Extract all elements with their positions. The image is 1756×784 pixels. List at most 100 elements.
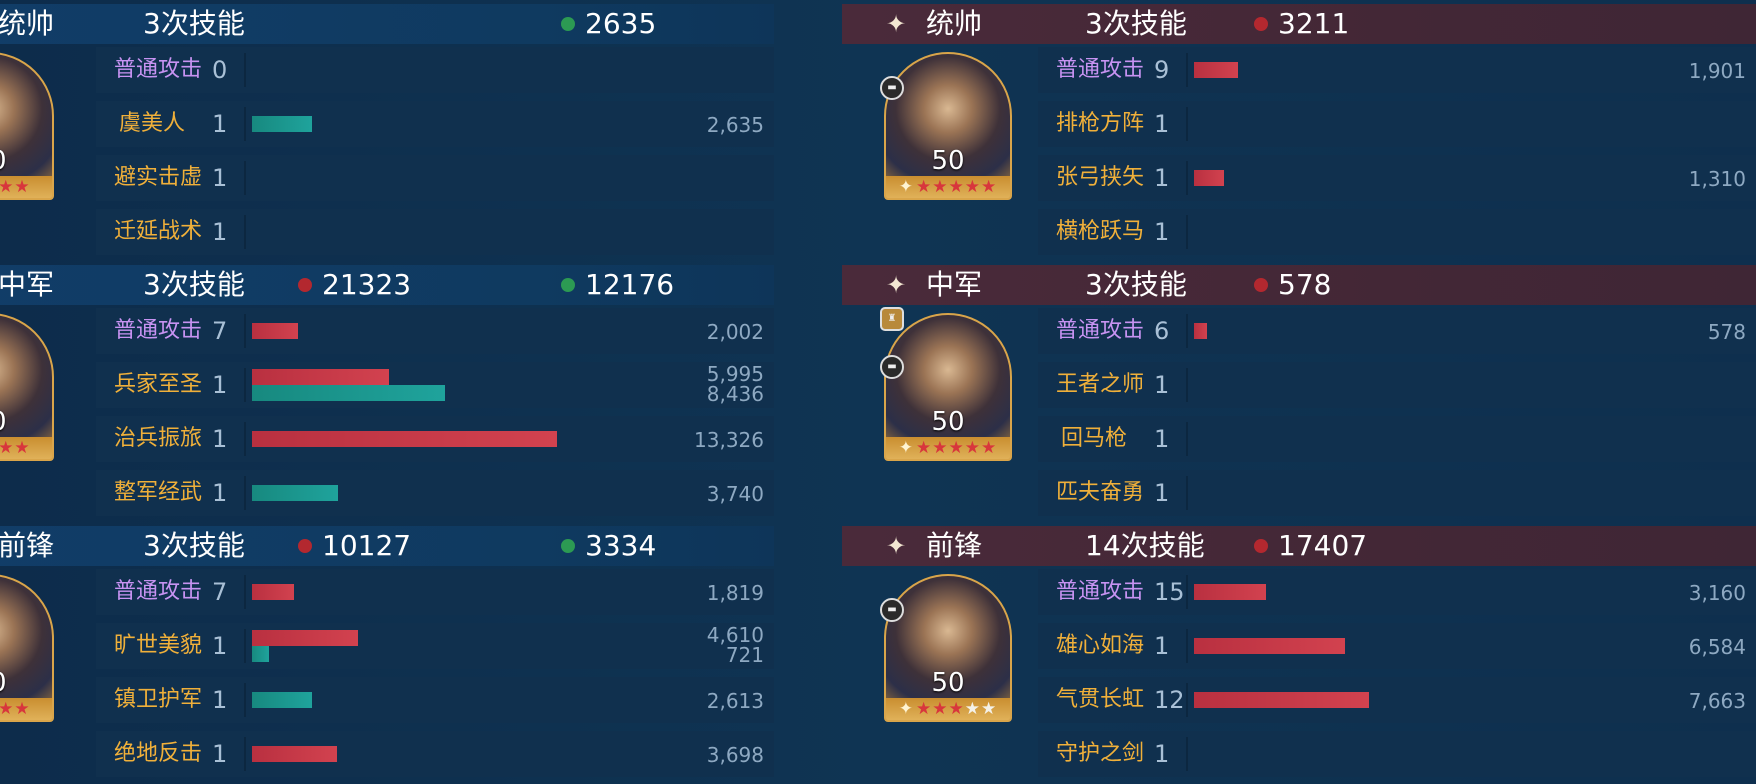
damage-bar <box>1194 62 1238 78</box>
hero-portrait[interactable]: 50★★★★★ <box>0 313 54 461</box>
star-icon: ★ <box>948 699 965 719</box>
skill-name: 雄心如海 <box>1055 633 1144 658</box>
skill-row: 兵家至圣 1 5,995 8,436 <box>96 362 774 408</box>
divider <box>244 368 246 402</box>
hero-level: 50 <box>931 407 965 437</box>
skill-name: 镇卫护军 <box>113 687 202 712</box>
divider <box>1186 476 1188 510</box>
lineup-section-1: ✦ 中军 3次技能 578 50 ✦ ★★★★★ ▬ ♜ 普通攻击 6 578 王者之师 1 回马枪 1 匹夫奋… <box>842 261 1756 523</box>
divider <box>244 107 246 141</box>
skill-row: 王者之师 1 <box>1038 362 1756 408</box>
skill-row: 张弓挟矢 1 1,310 <box>1038 155 1756 201</box>
star-icon: ★ <box>0 699 14 719</box>
skill-row: 普通攻击 6 578 <box>1038 308 1756 354</box>
lineup-section-2: ✦ 前锋 14次技能 17407 50 ✦ ★★★★★ ▬ 普通攻击 15 3,160 雄心如海 1 6,… <box>842 522 1756 784</box>
hero-portrait[interactable]: 50★★★★★ <box>0 574 54 722</box>
lineup-section-0: 统帅3次技能263550★★★★★普通攻击0虞美人12,635避实击虚1迁延战术… <box>0 0 800 262</box>
star-icon: ★ <box>932 177 949 197</box>
skill-row: 气贯长虹 12 7,663 <box>1038 677 1756 723</box>
skill-row: 守护之剑 1 <box>1038 731 1756 777</box>
hero-portrait[interactable]: 50★★★★★ <box>0 52 54 200</box>
skill-name: 守护之剑 <box>1055 741 1144 766</box>
green-dot-icon <box>561 278 575 292</box>
skill-name: 气贯长虹 <box>1055 687 1144 712</box>
star-rating: ★★★★★ <box>0 698 52 720</box>
star-icon: ★ <box>14 699 31 719</box>
skill-name: 张弓挟矢 <box>1055 165 1144 190</box>
sparkle-icon: ✦ <box>898 177 914 197</box>
red-dot-icon <box>1254 278 1268 292</box>
hero-level: 50 <box>931 146 965 176</box>
hero-portrait[interactable]: 50 ✦ ★★★★★ <box>884 574 1012 722</box>
damage-bar <box>1194 692 1370 708</box>
damage-bar <box>1194 170 1224 186</box>
red-stat-value: 10127 <box>322 529 412 562</box>
red-stat-value: 578 <box>1278 268 1332 301</box>
star-icon: ★ <box>916 177 933 197</box>
damage-bar <box>252 369 390 385</box>
skill-row: 普通攻击 7 2,002 <box>96 308 774 354</box>
skill-row: 普通攻击 15 3,160 <box>1038 569 1756 615</box>
damage-bar <box>1194 638 1345 654</box>
skill-use-count: 1 <box>212 425 228 453</box>
skill-use-count: 1 <box>212 686 228 714</box>
skill-use-count: 1 <box>212 110 228 138</box>
skill-name: 横枪跃马 <box>1055 219 1144 244</box>
divider <box>244 422 246 456</box>
skill-use-count: 1 <box>1154 632 1170 660</box>
skill-use-count: 1 <box>1154 425 1170 453</box>
skill-name: 虞美人 <box>118 111 185 136</box>
star-rating: ✦ ★★★★★ <box>886 437 1010 459</box>
heal-bar <box>252 385 446 401</box>
position-label: 前锋 <box>926 529 983 562</box>
damage-value: 578 <box>1707 320 1746 344</box>
star-icon: ★ <box>981 438 998 458</box>
sparkle-icon: ✦ <box>898 438 914 458</box>
skill-use-count: 1 <box>1154 110 1170 138</box>
skill-count-label: 3次技能 <box>1085 268 1187 301</box>
damage-bar <box>252 584 294 600</box>
troop-type-icon: ▬ <box>880 355 904 379</box>
damage-value: 1,819 <box>706 581 764 605</box>
skill-row: 回马枪 1 <box>1038 416 1756 462</box>
skill-row: 旷世美貌 1 4,610 721 <box>96 623 774 669</box>
skill-use-count: 1 <box>1154 164 1170 192</box>
skill-row: 排枪方阵 1 <box>1038 101 1756 147</box>
section-header: ✦ 统帅 3次技能 3211 <box>842 4 1756 44</box>
divider <box>1186 107 1188 141</box>
sparkle-icon: ✦ <box>898 699 914 719</box>
red-dot-icon <box>1254 17 1268 31</box>
position-label: 中军 <box>926 268 983 301</box>
skill-name: 普通攻击 <box>1055 579 1144 604</box>
skill-use-count: 1 <box>212 218 228 246</box>
star-icon: ★ <box>981 699 998 719</box>
heal-value: 8,436 <box>706 382 764 406</box>
red-stat-value: 17407 <box>1278 529 1368 562</box>
skill-use-count: 1 <box>212 632 228 660</box>
divider <box>244 683 246 717</box>
hero-portrait[interactable]: 50 ✦ ★★★★★ <box>884 313 1012 461</box>
divider <box>1186 737 1188 771</box>
damage-bar <box>252 431 558 447</box>
section-header: ✦ 中军 3次技能 578 <box>842 265 1756 305</box>
star-icon: ★ <box>932 438 949 458</box>
skill-use-count: 1 <box>212 740 228 768</box>
divider <box>1186 422 1188 456</box>
divider <box>244 629 246 663</box>
red-stat: 578 <box>1254 265 1331 305</box>
damage-value: 3,160 <box>1688 581 1746 605</box>
green-dot-icon <box>561 17 575 31</box>
red-stat: 17407 <box>1254 526 1367 566</box>
skill-name: 匹夫奋勇 <box>1055 480 1144 505</box>
skill-name: 回马枪 <box>1060 426 1127 451</box>
skill-name: 王者之师 <box>1055 372 1144 397</box>
hero-portrait[interactable]: 50 ✦ ★★★★★ <box>884 52 1012 200</box>
skill-row: 普通攻击 0 <box>96 47 774 93</box>
right-team-panel: ✦ 统帅 3次技能 3211 50 ✦ ★★★★★ ▬ 普通攻击 9 1,901 排枪方阵 1 张弓挟矢 1… <box>842 0 1756 784</box>
star-icon: ★ <box>932 699 949 719</box>
skill-use-count: 1 <box>212 164 228 192</box>
star-icon: ★ <box>916 699 933 719</box>
skill-row: 普通攻击 7 1,819 <box>96 569 774 615</box>
red-dot-icon <box>298 539 312 553</box>
skill-row: 虞美人 1 2,635 <box>96 101 774 147</box>
